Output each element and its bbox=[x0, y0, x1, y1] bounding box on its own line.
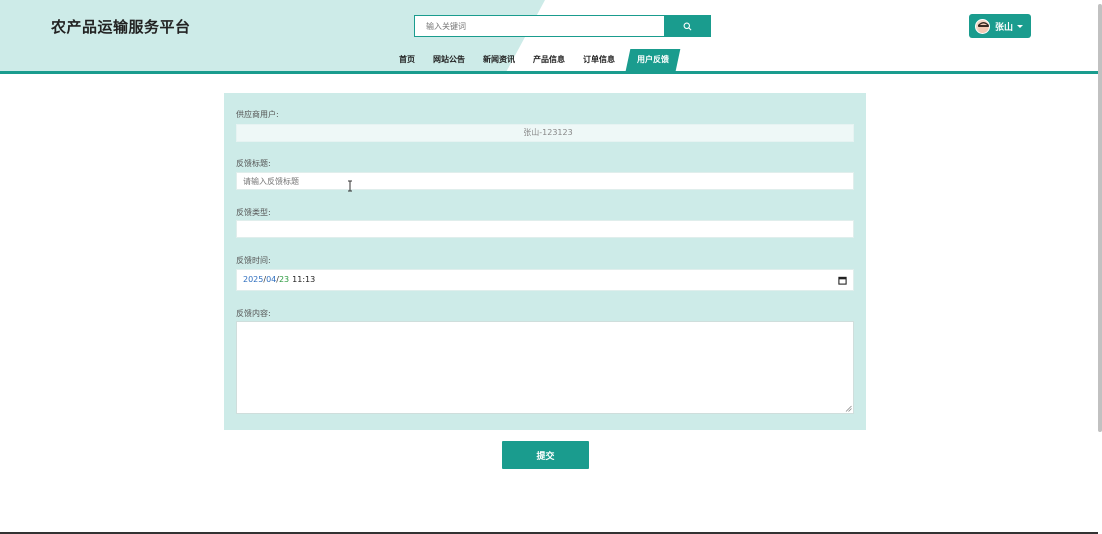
time-day: 23 bbox=[278, 275, 290, 284]
feedback-form: 供应商用户: 张山-123123 反馈标题: 反馈类型: 反馈时间: 2025/… bbox=[224, 93, 866, 430]
user-menu-button[interactable]: 张山 bbox=[969, 14, 1031, 38]
title-label: 反馈标题: bbox=[236, 159, 271, 168]
type-field[interactable] bbox=[236, 220, 854, 238]
user-name: 张山 bbox=[995, 22, 1014, 33]
submit-button[interactable]: 提交 bbox=[502, 441, 589, 469]
supplier-field: 张山-123123 bbox=[236, 124, 854, 142]
site-title: 农产品运输服务平台 bbox=[51, 18, 191, 36]
nav-item-home[interactable]: 首页 bbox=[390, 49, 424, 71]
search-input[interactable] bbox=[414, 15, 665, 37]
page-scrollbar[interactable] bbox=[1098, 4, 1102, 432]
header: 农产品运输服务平台 首页 网站公告 新闻资讯 产品信息 订单信息 用户反馈 张山 bbox=[0, 0, 1102, 74]
avatar-icon bbox=[975, 18, 990, 34]
search-button[interactable] bbox=[664, 15, 711, 37]
main-nav: 首页 网站公告 新闻资讯 产品信息 订单信息 用户反馈 bbox=[390, 49, 681, 71]
calendar-icon[interactable] bbox=[838, 276, 847, 285]
text-cursor-icon bbox=[348, 180, 352, 192]
supplier-label: 供应商用户: bbox=[236, 110, 279, 119]
nav-item-products[interactable]: 产品信息 bbox=[524, 49, 574, 71]
time-label: 反馈时间: bbox=[236, 256, 271, 265]
nav-item-orders[interactable]: 订单信息 bbox=[574, 49, 624, 71]
time-input[interactable]: 2025/04/23 11:13 bbox=[236, 269, 854, 291]
content-textarea[interactable] bbox=[236, 321, 854, 414]
nav-item-announcements[interactable]: 网站公告 bbox=[424, 49, 474, 71]
title-input[interactable] bbox=[236, 172, 854, 190]
time-month: 04 bbox=[266, 275, 277, 284]
time-year: 2025 bbox=[243, 275, 264, 284]
nav-item-news[interactable]: 新闻资讯 bbox=[474, 49, 524, 71]
search-icon bbox=[683, 22, 692, 30]
resize-handle-icon[interactable] bbox=[845, 405, 852, 412]
nav-item-feedback-label: 用户反馈 bbox=[637, 55, 669, 64]
content-label: 反馈内容: bbox=[236, 309, 271, 318]
chevron-down-icon bbox=[1017, 24, 1024, 28]
time-value: 2025/04/23 11:13 bbox=[243, 272, 315, 288]
time-clock: 11:13 bbox=[292, 275, 316, 284]
nav-item-feedback[interactable]: 用户反馈 bbox=[625, 49, 681, 71]
type-label: 反馈类型: bbox=[236, 208, 271, 217]
